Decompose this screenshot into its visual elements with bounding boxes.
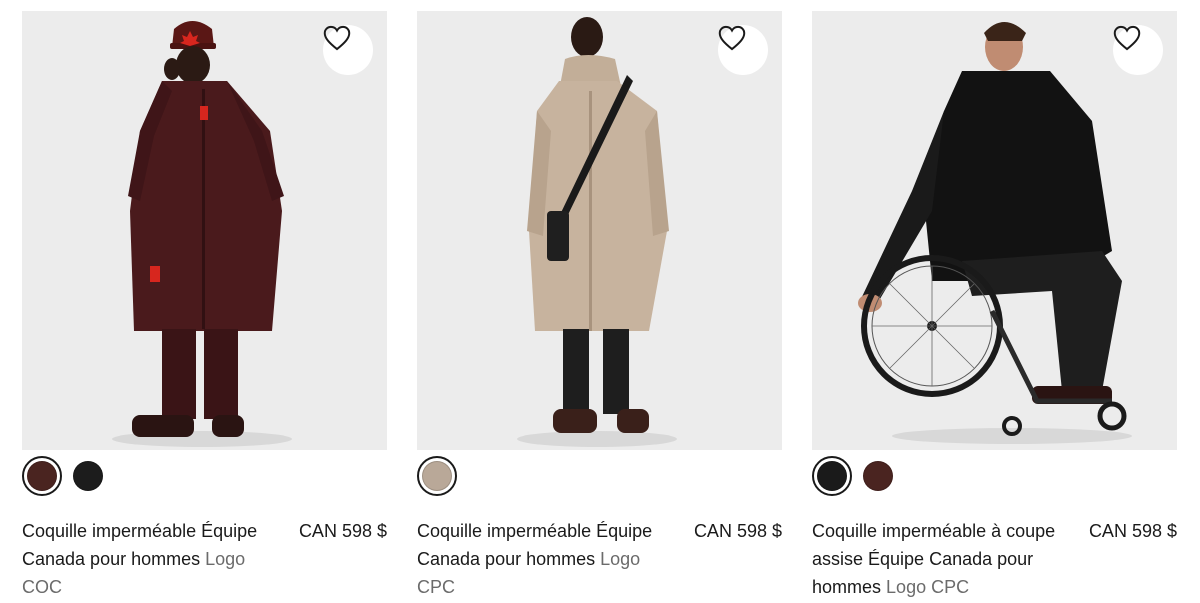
product-collection: Logo CPC	[886, 577, 970, 597]
product-image[interactable]	[417, 11, 782, 450]
product-info: Coquille imperméable Équipe Canada pour …	[417, 517, 782, 601]
heart-outline-icon	[1113, 25, 1141, 51]
swatch-color	[422, 461, 452, 491]
swatch-color	[863, 461, 893, 491]
color-swatches	[22, 456, 108, 496]
swatch-color	[817, 461, 847, 491]
color-swatch[interactable]	[812, 456, 852, 496]
product-info: Coquille imperméable à coupe assise Équi…	[812, 517, 1177, 601]
product-card[interactable]: Coquille imperméable Équipe Canada pour …	[417, 11, 782, 603]
color-swatch[interactable]	[68, 456, 108, 496]
color-swatch[interactable]	[22, 456, 62, 496]
product-info: Coquille imperméable Équipe Canada pour …	[22, 517, 387, 601]
color-swatches	[417, 456, 457, 496]
wishlist-button[interactable]	[718, 25, 768, 75]
color-swatch[interactable]	[858, 456, 898, 496]
color-swatch[interactable]	[417, 456, 457, 496]
product-card[interactable]: Coquille imperméable à coupe assise Équi…	[812, 11, 1177, 603]
wishlist-button[interactable]	[323, 25, 373, 75]
swatch-color	[73, 461, 103, 491]
heart-outline-icon	[718, 25, 746, 51]
product-price: CAN 598 $	[298, 521, 387, 541]
swatch-color	[27, 461, 57, 491]
product-price: CAN 598 $	[693, 521, 782, 541]
product-card[interactable]: Coquille imperméable Équipe Canada pour …	[22, 11, 387, 603]
product-image[interactable]	[22, 11, 387, 450]
product-name[interactable]: Coquille imperméable à coupe assise Équi…	[812, 517, 1074, 601]
product-name[interactable]: Coquille imperméable Équipe Canada pour …	[22, 517, 284, 601]
product-name[interactable]: Coquille imperméable Équipe Canada pour …	[417, 517, 679, 601]
heart-outline-icon	[323, 25, 351, 51]
wishlist-button[interactable]	[1113, 25, 1163, 75]
color-swatches	[812, 456, 898, 496]
product-image[interactable]	[812, 11, 1177, 450]
product-price: CAN 598 $	[1088, 521, 1177, 541]
